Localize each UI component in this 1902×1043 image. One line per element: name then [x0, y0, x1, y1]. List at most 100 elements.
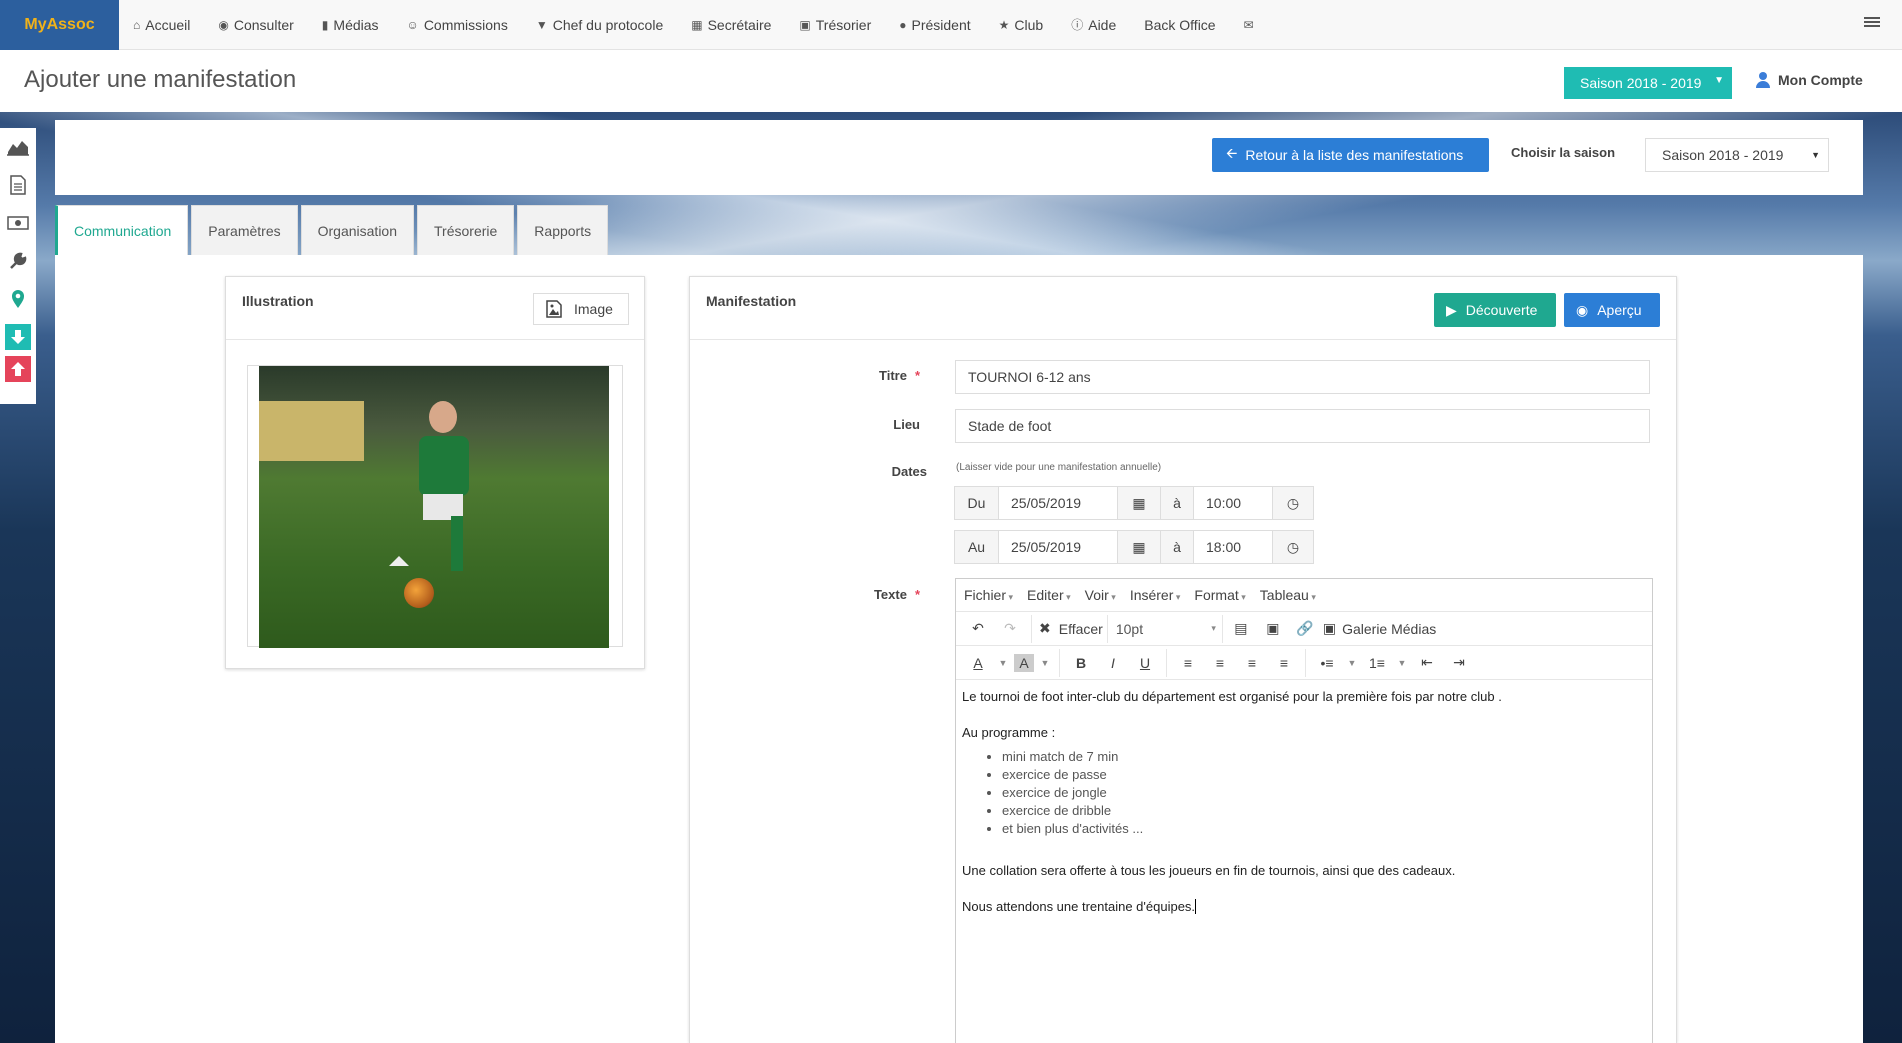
nav-secretaire[interactable]: ▦ Secrétaire: [677, 0, 785, 50]
menu-voir[interactable]: Voir: [1085, 587, 1116, 603]
align-right-icon[interactable]: ≡: [1238, 649, 1266, 677]
image-file-icon: [546, 300, 562, 318]
sidebar-documents[interactable]: [0, 166, 36, 204]
titre-label-text: Titre: [879, 368, 907, 383]
tab-organisation[interactable]: Organisation: [300, 205, 415, 255]
text-color-icon[interactable]: A: [964, 649, 992, 677]
calendar-icon[interactable]: ▦: [1117, 530, 1161, 564]
align-center-icon[interactable]: ≡: [1206, 649, 1234, 677]
nav-consulter[interactable]: ◉ Consulter: [204, 0, 307, 50]
align-left-icon[interactable]: ≡: [1174, 649, 1202, 677]
apercu-button[interactable]: ◉ Aperçu: [1564, 293, 1660, 327]
gallery-button[interactable]: ▣ Galerie Médias: [1323, 615, 1436, 643]
close-icon: ✖: [1039, 620, 1051, 636]
bold-icon[interactable]: B: [1067, 649, 1095, 677]
caret-down-icon[interactable]: ▼: [996, 649, 1010, 677]
media-icon[interactable]: ▤: [1227, 615, 1255, 643]
highlight-color-icon[interactable]: A: [1014, 653, 1034, 672]
tab-parametres[interactable]: Paramètres: [191, 205, 298, 255]
page-header: Ajouter une manifestation Saison 2018 - …: [0, 50, 1902, 112]
required-marker: *: [914, 368, 920, 383]
sidebar-stats[interactable]: [0, 128, 36, 166]
nav-messages[interactable]: ✉: [1230, 0, 1268, 50]
account-menu[interactable]: Mon Compte: [1756, 72, 1863, 88]
titre-label: Titre *: [800, 368, 920, 383]
caret-down-icon[interactable]: ▼: [1038, 649, 1052, 677]
caret-down-icon[interactable]: ▼: [1345, 649, 1359, 677]
image-icon[interactable]: ▣: [1259, 615, 1287, 643]
image-button-label: Image: [574, 301, 613, 317]
sidebar-money[interactable]: [0, 204, 36, 242]
nav-accueil[interactable]: ⌂ Accueil: [119, 0, 204, 50]
nav-chef-protocole[interactable]: ▼ Chef du protocole: [522, 0, 677, 50]
date-end-row: Au 25/05/2019 ▦ à 18:00 ◷: [954, 530, 1314, 564]
eye-icon: ◉: [218, 17, 229, 32]
list-item: mini match de 7 min: [1002, 748, 1646, 766]
end-date-input[interactable]: 25/05/2019: [998, 530, 1118, 564]
nav-back-office[interactable]: Back Office: [1130, 0, 1229, 50]
sidebar-upload[interactable]: [5, 356, 31, 382]
toolbar-separator: [1031, 614, 1032, 643]
menu-tableau[interactable]: Tableau: [1260, 587, 1316, 603]
caret-down-icon[interactable]: ▼: [1395, 649, 1409, 677]
outdent-icon[interactable]: ⇤: [1413, 649, 1441, 677]
account-label: Mon Compte: [1778, 72, 1863, 88]
menu-editer[interactable]: Editer: [1027, 587, 1071, 603]
decouverte-button[interactable]: ▶ Découverte: [1434, 293, 1556, 327]
redo-icon[interactable]: ↷: [996, 615, 1024, 643]
start-time-input[interactable]: 10:00: [1193, 486, 1273, 520]
a-label: à: [1160, 486, 1194, 520]
italic-icon[interactable]: I: [1099, 649, 1127, 677]
money-icon: ▣: [799, 17, 811, 32]
tab-communication[interactable]: Communication: [55, 205, 189, 255]
nav-tresorier[interactable]: ▣ Trésorier: [785, 0, 885, 50]
date-start-row: Du 25/05/2019 ▦ à 10:00 ◷: [954, 486, 1314, 520]
manifestation-title: Manifestation: [706, 293, 797, 309]
nav-commissions[interactable]: ☺ Commissions: [393, 0, 522, 50]
main-nav: ⌂ Accueil ◉ Consulter ▮ Médias ☺ Commissions…: [119, 0, 1268, 50]
titre-input[interactable]: TOURNOI 6-12 ans: [955, 360, 1650, 394]
menu-fichier[interactable]: Fichier: [964, 587, 1013, 603]
underline-icon[interactable]: U: [1131, 649, 1159, 677]
font-size-select[interactable]: 10pt: [1106, 614, 1223, 643]
menu-format[interactable]: Format: [1194, 587, 1245, 603]
brand-logo[interactable]: MyAssoc: [0, 0, 119, 50]
clear-format-button[interactable]: ✖ Effacer: [1039, 615, 1103, 643]
link-icon[interactable]: 🔗: [1291, 615, 1319, 643]
lieu-input[interactable]: Stade de foot: [955, 409, 1650, 443]
nav-medias[interactable]: ▮ Médias: [308, 0, 393, 50]
wrench-icon: [10, 252, 27, 269]
tab-rapports[interactable]: Rapports: [517, 205, 609, 255]
sidebar-download[interactable]: [5, 324, 31, 350]
menu-toggle-icon[interactable]: [1864, 15, 1880, 31]
photo-wall: [259, 401, 364, 461]
nav-label: Consulter: [233, 16, 294, 33]
toolbar-separator: [1166, 648, 1167, 677]
nav-president[interactable]: ● Président: [885, 0, 984, 50]
clock-icon[interactable]: ◷: [1272, 530, 1314, 564]
align-justify-icon[interactable]: ≡: [1270, 649, 1298, 677]
end-time-input[interactable]: 18:00: [1193, 530, 1273, 564]
start-date-input[interactable]: 25/05/2019: [998, 486, 1118, 520]
editor-content[interactable]: Le tournoi de foot inter-club du départe…: [956, 680, 1652, 942]
clock-icon[interactable]: ◷: [1272, 486, 1314, 520]
sidebar-tools[interactable]: [0, 242, 36, 280]
undo-icon[interactable]: ↶: [964, 615, 992, 643]
bullet-list-icon[interactable]: •≡: [1313, 649, 1341, 677]
indent-icon[interactable]: ⇥: [1445, 649, 1473, 677]
editor-paragraph: Une collation sera offerte à tous les jo…: [962, 863, 1456, 878]
season-select-value: Saison 2018 - 2019: [1662, 147, 1784, 163]
gallery-label: Galerie Médias: [1342, 620, 1437, 637]
calendar-icon[interactable]: ▦: [1117, 486, 1161, 520]
numbered-list-icon[interactable]: 1≡: [1363, 649, 1391, 677]
back-to-list-button[interactable]: 🡨 Retour à la liste des manifestations: [1212, 138, 1489, 172]
sidebar-location[interactable]: [0, 280, 36, 318]
tab-tresorerie[interactable]: Trésorerie: [417, 205, 515, 255]
nav-club[interactable]: ★ Club: [985, 0, 1058, 50]
menu-inserer[interactable]: Insérer: [1130, 587, 1181, 603]
illustration-photo[interactable]: [259, 366, 609, 648]
season-dropdown[interactable]: Saison 2018 - 2019 ▼: [1564, 67, 1732, 99]
image-button[interactable]: Image: [533, 293, 629, 325]
season-select[interactable]: Saison 2018 - 2019 ▼: [1645, 138, 1829, 172]
nav-aide[interactable]: ⓘ Aide: [1057, 0, 1130, 50]
